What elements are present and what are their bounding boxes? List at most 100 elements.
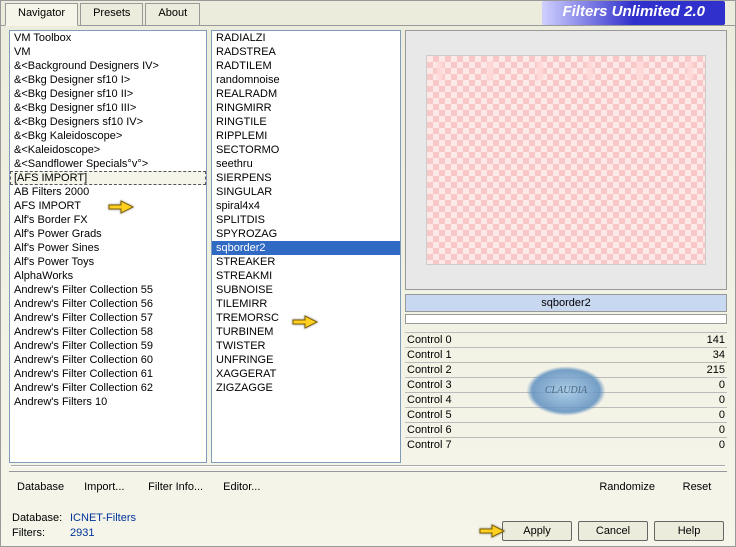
list-item[interactable]: Andrew's Filter Collection 60 [10,353,206,367]
control-label: Control 2 [405,363,687,378]
brand-title: Filters Unlimited 2.0 [542,1,725,25]
list-item[interactable]: STREAKER [212,255,400,269]
list-item[interactable]: AB Filters 2000 [10,185,206,199]
control-row[interactable]: Control 30 [405,378,727,393]
control-value: 0 [687,408,727,423]
control-value: 0 [687,423,727,438]
list-item[interactable]: [AFS IMPORT] [10,171,206,185]
tab-about[interactable]: About [145,3,200,25]
list-item[interactable]: TREMORSC [212,311,400,325]
list-item[interactable]: ZIGZAGGE [212,381,400,395]
parameter-slider[interactable] [405,314,727,324]
control-row[interactable]: Control 40 [405,393,727,408]
list-item[interactable]: Andrew's Filter Collection 62 [10,381,206,395]
control-row[interactable]: Control 0141 [405,333,727,348]
list-item[interactable]: Andrew's Filter Collection 56 [10,297,206,311]
randomize-button[interactable]: Randomize [591,478,663,496]
right-panel: sqborder2 Control 0141Control 134Control… [405,30,727,463]
list-item[interactable]: Alf's Power Toys [10,255,206,269]
footer-filters-value: 2931 [70,527,94,539]
reset-button[interactable]: Reset [667,478,727,496]
category-list[interactable]: VM ToolboxVM&<Background Designers IV>&<… [9,30,207,463]
tab-presets[interactable]: Presets [80,3,143,25]
filters-unlimited-window: Navigator Presets About Filters Unlimite… [0,0,736,547]
list-item[interactable]: Andrew's Filter Collection 59 [10,339,206,353]
list-item[interactable]: Alf's Power Grads [10,227,206,241]
list-item[interactable]: TILEMIRR [212,297,400,311]
filter-list[interactable]: RADIALZIRADSTREARADTILEMrandomnoiseREALR… [211,30,401,463]
current-filter-label: sqborder2 [405,294,727,312]
list-item[interactable]: Andrew's Filter Collection 58 [10,325,206,339]
list-item[interactable]: RADIALZI [212,31,400,45]
list-item[interactable]: Andrew's Filter Collection 61 [10,367,206,381]
list-item[interactable]: SINGULAR [212,185,400,199]
control-row[interactable]: Control 70 [405,438,727,453]
list-item[interactable]: randomnoise [212,73,400,87]
control-label: Control 1 [405,348,687,363]
list-item[interactable]: Andrew's Filter Collection 57 [10,311,206,325]
footer-info: Database:ICNET-Filters Filters:2931 [12,511,136,541]
list-item[interactable]: RADSTREA [212,45,400,59]
control-label: Control 4 [405,393,687,408]
control-value: 0 [687,438,727,453]
list-item[interactable]: AlphaWorks [10,269,206,283]
list-item[interactable]: &<Background Designers IV> [10,59,206,73]
list-item[interactable]: STREAKMI [212,269,400,283]
list-item[interactable]: SPLITDIS [212,213,400,227]
list-item[interactable]: SIERPENS [212,171,400,185]
list-item[interactable]: TURBINEM [212,325,400,339]
list-item[interactable]: RADTILEM [212,59,400,73]
list-item[interactable]: Alf's Power Sines [10,241,206,255]
content: VM ToolboxVM&<Background Designers IV>&<… [1,25,735,463]
list-item[interactable]: SUBNOISE [212,283,400,297]
list-item[interactable]: SPYROZAG [212,227,400,241]
filter-info-button[interactable]: Filter Info... [140,478,211,496]
control-row[interactable]: Control 50 [405,408,727,423]
list-item[interactable]: RINGTILE [212,115,400,129]
database-button[interactable]: Database [9,478,72,496]
list-item[interactable]: Andrew's Filter Collection 55 [10,283,206,297]
import-button[interactable]: Import... [76,478,136,496]
list-item[interactable]: RIPPLEMI [212,129,400,143]
control-label: Control 5 [405,408,687,423]
footer-db-value: ICNET-Filters [70,512,136,524]
list-item[interactable]: seethru [212,157,400,171]
list-item[interactable]: Alf's Border FX [10,213,206,227]
apply-button[interactable]: Apply [502,521,572,541]
control-row[interactable]: Control 60 [405,423,727,438]
help-button[interactable]: Help [654,521,724,541]
tabs: Navigator Presets About [1,1,204,25]
list-item[interactable]: RINGMIRR [212,101,400,115]
list-item[interactable]: &<Sandflower Specials°v°> [10,157,206,171]
preview-inner [426,55,706,265]
list-item[interactable]: sqborder2 [212,241,400,255]
list-item[interactable]: VM [10,45,206,59]
list-item[interactable]: SECTORMO [212,143,400,157]
control-value: 215 [687,363,727,378]
cancel-button[interactable]: Cancel [578,521,648,541]
list-item[interactable]: VM Toolbox [10,31,206,45]
list-item[interactable]: &<Bkg Kaleidoscope> [10,129,206,143]
preview-image [405,30,727,290]
control-row[interactable]: Control 2215 [405,363,727,378]
list-item[interactable]: &<Bkg Designers sf10 IV> [10,115,206,129]
list-item[interactable]: &<Kaleidoscope> [10,143,206,157]
control-row[interactable]: Control 134 [405,348,727,363]
list-item[interactable]: UNFRINGE [212,353,400,367]
list-item[interactable]: &<Bkg Designer sf10 II> [10,87,206,101]
list-item[interactable]: spiral4x4 [212,199,400,213]
divider [11,465,725,467]
list-item[interactable]: &<Bkg Designer sf10 III> [10,101,206,115]
list-item[interactable]: Andrew's Filters 10 [10,395,206,409]
list-item[interactable]: TWISTER [212,339,400,353]
list-item[interactable]: REALRADM [212,87,400,101]
editor-button[interactable]: Editor... [215,478,275,496]
control-label: Control 3 [405,378,687,393]
list-item[interactable]: XAGGERAT [212,367,400,381]
list-item[interactable]: &<Bkg Designer sf10 I> [10,73,206,87]
header: Navigator Presets About Filters Unlimite… [1,1,735,25]
list-item[interactable]: AFS IMPORT [10,199,206,213]
footer-db-label: Database: [12,511,70,526]
control-value: 34 [687,348,727,363]
tab-navigator[interactable]: Navigator [5,3,78,26]
